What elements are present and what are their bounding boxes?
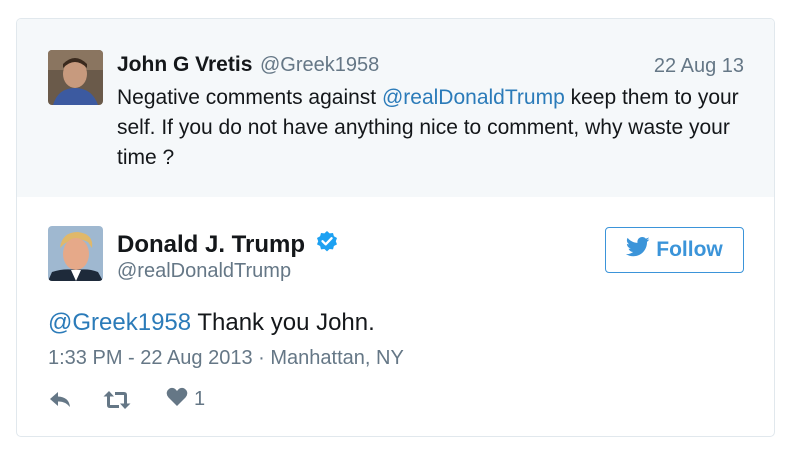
- quoted-author-handle[interactable]: @Greek1958: [260, 54, 379, 77]
- meta-separator: ·: [252, 347, 271, 369]
- quoted-author-name[interactable]: John G Vretis: [117, 53, 252, 77]
- quoted-text-before: Negative comments against: [117, 86, 382, 109]
- author-avatar[interactable]: [48, 226, 103, 281]
- like-button[interactable]: 1: [166, 387, 205, 412]
- tweet-meta: 1:33 PM - 22 Aug 2013 · Manhattan, NY: [48, 347, 404, 370]
- author-handle[interactable]: @realDonaldTrump: [117, 260, 291, 283]
- tweet-timestamp[interactable]: 1:33 PM - 22 Aug 2013: [48, 347, 253, 369]
- reply-icon[interactable]: [48, 389, 74, 411]
- tweet-text-body: Thank you John.: [191, 309, 375, 336]
- quoted-mention-link[interactable]: @realDonaldTrump: [382, 86, 565, 109]
- tweet-actions: 1: [48, 387, 205, 412]
- twitter-bird-icon: [626, 237, 650, 263]
- quoted-avatar[interactable]: [48, 50, 103, 105]
- tweet-card: John G Vretis @Greek1958 22 Aug 13 Negat…: [16, 18, 775, 437]
- follow-label: Follow: [656, 238, 723, 261]
- tweet-location[interactable]: Manhattan, NY: [270, 347, 403, 369]
- like-count: 1: [194, 388, 206, 410]
- heart-icon: [166, 387, 188, 412]
- verified-badge-icon: [315, 230, 339, 254]
- quoted-text: Negative comments against @realDonaldTru…: [117, 83, 747, 173]
- reply-mention-link[interactable]: @Greek1958: [48, 309, 191, 336]
- follow-button[interactable]: Follow: [605, 227, 744, 273]
- quoted-tweet[interactable]: John G Vretis @Greek1958 22 Aug 13 Negat…: [17, 19, 774, 197]
- quoted-date[interactable]: 22 Aug 13: [654, 55, 744, 78]
- tweet-text: @Greek1958 Thank you John.: [48, 309, 375, 337]
- author-name[interactable]: Donald J. Trump: [117, 231, 305, 259]
- retweet-icon[interactable]: [102, 389, 132, 411]
